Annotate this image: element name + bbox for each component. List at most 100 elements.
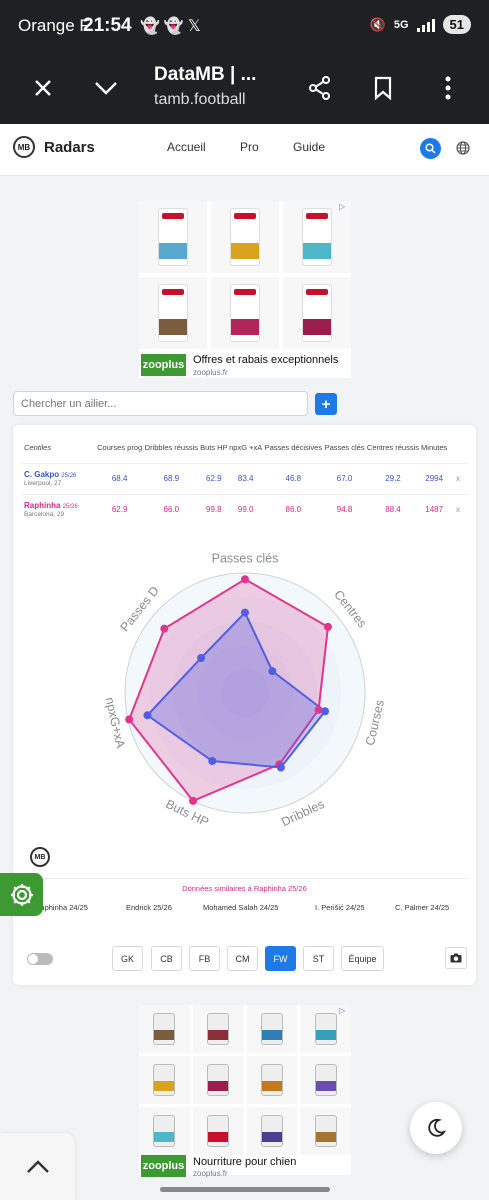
position-gk-button[interactable]: GK <box>112 946 143 971</box>
search-icon <box>425 143 436 154</box>
ad-banner-bottom[interactable]: ▷ zooplus Nourriture pour chien zooplus.… <box>139 1005 351 1178</box>
similar-player[interactable]: I. Perišić 24/25 <box>315 903 365 912</box>
add-player-button[interactable]: + <box>315 393 337 415</box>
globe-icon[interactable] <box>455 140 471 156</box>
similar-players: Données similaires à Raphinha 25/26 Raph… <box>21 878 468 916</box>
player-cell[interactable]: Raphinha 25/26 Barcelona, 29 <box>21 493 96 525</box>
data-point <box>125 715 134 724</box>
stat-value: 29.2 <box>365 462 421 494</box>
ad-brand-logo: zooplus <box>141 1155 186 1177</box>
column-header: Passes clés <box>324 442 365 452</box>
dark-mode-button[interactable] <box>410 1102 462 1154</box>
camera-icon <box>450 953 462 963</box>
more-icon[interactable] <box>430 70 466 106</box>
settings-button[interactable] <box>0 873 43 916</box>
share-icon[interactable] <box>302 70 338 106</box>
axis-label: Passes clés <box>212 551 279 565</box>
page-title: Radars <box>44 139 95 156</box>
nav-pro[interactable]: Pro <box>240 140 259 154</box>
close-icon[interactable] <box>25 70 61 106</box>
bookmark-icon[interactable] <box>365 70 401 106</box>
table-header-row: Centiles Courses prog Dribbles réussis B… <box>21 433 468 463</box>
battery-icon: 51 <box>442 15 471 34</box>
carrier-name: Orange F <box>18 16 90 35</box>
chevron-up-icon <box>26 1159 49 1173</box>
player-name[interactable]: C. Gakpo <box>24 470 59 479</box>
stat-value: 1487 <box>420 493 448 525</box>
position-st-button[interactable]: ST <box>303 946 334 971</box>
team-button[interactable]: Équipe <box>341 946 384 971</box>
table-row: C. Gakpo 25/26 Liverpool, 27 68.4 68.9 6… <box>21 462 468 494</box>
player-season: 25/26 <box>62 504 78 511</box>
search-input[interactable] <box>13 391 308 416</box>
player-team: Barcelona, 29 <box>24 511 65 519</box>
gear-icon <box>10 883 33 906</box>
gesture-bar <box>160 1187 330 1192</box>
nav-accueil[interactable]: Accueil <box>167 140 206 154</box>
stat-value: 67.0 <box>323 462 366 494</box>
ad-title[interactable]: Nourriture pour chien <box>193 1156 296 1168</box>
site-logo[interactable]: MB <box>13 136 35 158</box>
player-cell[interactable]: C. Gakpo 25/26 Liverpool, 27 <box>21 462 96 494</box>
ad-banner-top[interactable]: ▷ zooplus Offres et rabais exceptionnels… <box>139 201 351 378</box>
signal-icon <box>416 18 435 32</box>
position-fw-button[interactable]: FW <box>265 946 296 971</box>
scroll-top-button[interactable] <box>0 1133 75 1200</box>
column-header: Buts HP <box>200 442 228 452</box>
position-cb-button[interactable]: CB <box>151 946 182 971</box>
data-point <box>241 608 249 617</box>
stat-value: 88.4 <box>365 493 421 525</box>
remove-player-button[interactable]: x <box>448 493 468 525</box>
data-point <box>189 796 198 805</box>
moon-icon <box>428 1118 446 1137</box>
chevron-down-icon[interactable] <box>88 70 124 106</box>
ad-subtitle: zooplus.fr <box>193 1169 228 1178</box>
ad-title[interactable]: Offres et rabais exceptionnels <box>193 354 338 366</box>
stat-value: 99.0 <box>228 493 264 525</box>
data-point <box>323 622 332 631</box>
similar-title: Données similaires à Raphinha 25/26 <box>182 884 307 893</box>
player-season: 25/26 <box>61 473 77 479</box>
table-row: Raphinha 25/26 Barcelona, 29 62.9 66.0 9… <box>21 493 468 525</box>
stat-value: 62.9 <box>199 462 229 494</box>
data-point <box>197 653 206 662</box>
nav-guide[interactable]: Guide <box>293 140 325 154</box>
data-point <box>268 667 277 676</box>
ad-info-icon[interactable]: ▷ <box>339 1006 349 1016</box>
stat-value: 68.9 <box>143 462 200 494</box>
ad-product-grid <box>139 1005 351 1155</box>
column-header: Centiles <box>24 442 52 452</box>
column-header: Passes décisives <box>264 442 323 452</box>
column-header: Courses prog <box>97 442 143 452</box>
stat-value: 86.0 <box>263 493 324 525</box>
position-cm-button[interactable]: CM <box>227 946 258 971</box>
ad-subtitle: zooplus.fr <box>193 368 228 377</box>
stat-value: 99.8 <box>199 493 229 525</box>
similar-player[interactable]: C. Palmer 24/25 <box>395 903 449 912</box>
clock: 21:54 <box>83 15 132 36</box>
stat-value: 2994 <box>420 462 448 494</box>
browser-url[interactable]: tamb.football <box>154 91 246 109</box>
player-name[interactable]: Raphinha <box>24 501 60 510</box>
column-header: Centres réussis <box>366 442 420 452</box>
mute-icon: 🔇 <box>369 16 386 32</box>
position-fb-button[interactable]: FB <box>189 946 220 971</box>
axis-label: npxG+xA <box>102 696 127 750</box>
stat-value: 94.8 <box>323 493 366 525</box>
mode-toggle[interactable] <box>27 953 53 965</box>
search-button[interactable] <box>420 138 441 159</box>
similar-player[interactable]: Endrick 25/26 <box>126 903 172 912</box>
stat-value: 83.4 <box>228 462 264 494</box>
remove-player-button[interactable]: x <box>448 462 468 494</box>
stat-value: 46.8 <box>263 462 324 494</box>
screenshot-button[interactable] <box>445 947 467 969</box>
data-point <box>143 711 152 720</box>
axis-label: Courses <box>363 698 387 746</box>
comparison-card: Centiles Courses prog Dribbles réussis B… <box>13 425 476 985</box>
ad-info-icon[interactable]: ▷ <box>339 202 349 212</box>
similar-player[interactable]: Mohamed Salah 24/25 <box>203 903 278 912</box>
stat-value: 66.0 <box>143 493 200 525</box>
stat-value: 62.9 <box>96 493 144 525</box>
column-header: Dribbles réussis <box>144 442 199 452</box>
column-header: Minutes <box>421 442 448 452</box>
